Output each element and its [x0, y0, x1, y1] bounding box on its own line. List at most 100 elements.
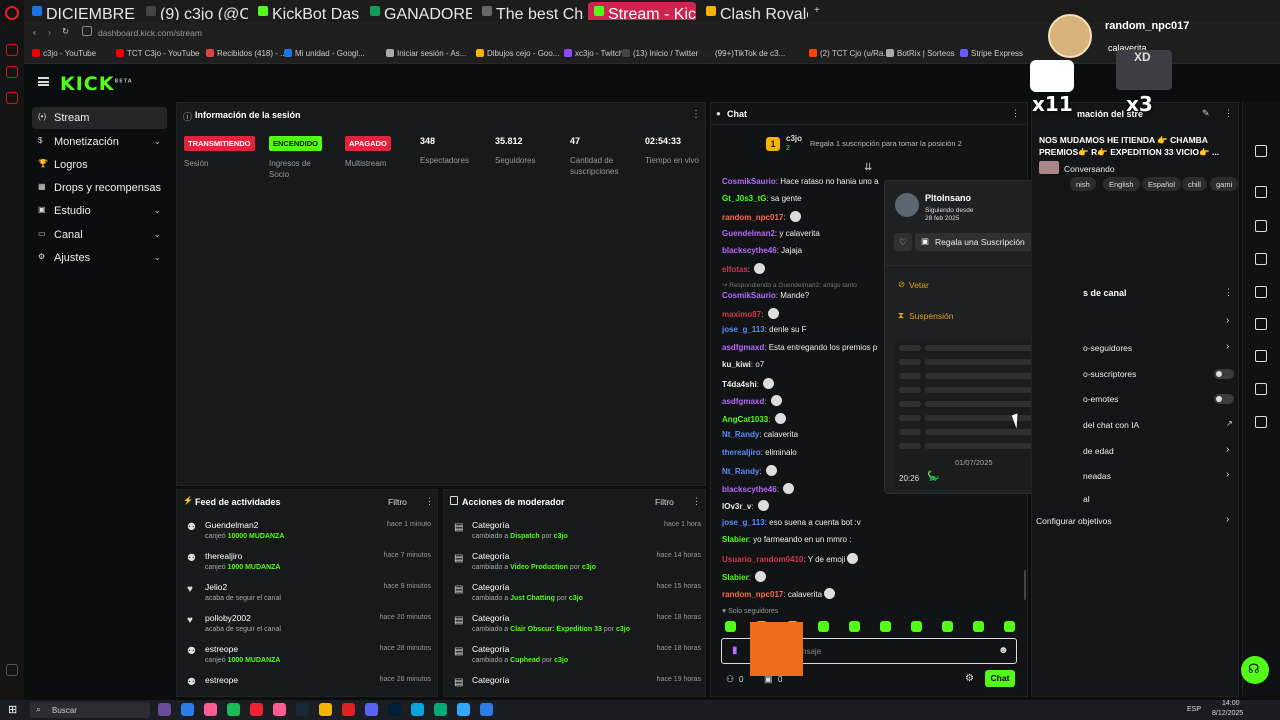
- chat-username[interactable]: jose_g_113: [722, 325, 765, 334]
- toolbar-tool-icon[interactable]: [1255, 145, 1267, 157]
- setting-toggle[interactable]: [1214, 394, 1234, 404]
- chat-message[interactable]: random_npc017:: [722, 211, 801, 222]
- taskbar-app-icon[interactable]: [457, 703, 470, 716]
- chat-username[interactable]: maximo87: [722, 310, 761, 319]
- chat-more-icon[interactable]: ⋮: [1011, 108, 1020, 119]
- taskbar-app-icon[interactable]: [158, 703, 171, 716]
- chat-username[interactable]: blackscythe46: [722, 246, 777, 255]
- chevron-right-icon[interactable]: ›: [1226, 444, 1229, 455]
- chat-send-button[interactable]: Chat: [985, 670, 1015, 687]
- quick-emote-icon[interactable]: [911, 621, 922, 632]
- chat-message[interactable]: AngCat1033:: [722, 413, 786, 424]
- sidebar-settings-icon[interactable]: [6, 664, 18, 676]
- chat-settings-icon[interactable]: ⚙: [965, 673, 974, 684]
- bookmark-item[interactable]: Mi unidad - Googl...: [284, 49, 365, 58]
- language-indicator[interactable]: ESP: [1187, 706, 1201, 713]
- taskbar-app-icon[interactable]: [181, 703, 194, 716]
- stream-tag[interactable]: chill: [1182, 177, 1207, 191]
- nav-item-stream[interactable]: (•) Stream: [32, 107, 167, 129]
- nav-item-drops-y-recompensas[interactable]: ▦ Drops y recompensas: [32, 177, 167, 199]
- modactions-more-icon[interactable]: ⋮: [692, 496, 701, 507]
- toolbar-tool-icon[interactable]: [1255, 286, 1267, 298]
- chat-message[interactable]: Slabier:: [722, 571, 767, 582]
- nav-item-canal[interactable]: ▭ Canal ⌄: [32, 224, 167, 246]
- external-link-icon[interactable]: ↗: [1226, 419, 1233, 428]
- quick-emote-icon[interactable]: [973, 621, 984, 632]
- stream-tag[interactable]: English: [1103, 177, 1140, 191]
- channel-setting-label[interactable]: o-emotes: [1083, 394, 1118, 404]
- back-icon[interactable]: ‹: [33, 27, 36, 37]
- chat-message[interactable]: T4da4shi:: [722, 378, 775, 389]
- nav-item-ajustes[interactable]: ⚙ Ajustes ⌄: [32, 247, 167, 269]
- setting-toggle[interactable]: [1214, 369, 1234, 379]
- chat-message[interactable]: Nt_Randy: calaverita: [722, 430, 798, 439]
- messenger-icon[interactable]: [6, 66, 18, 78]
- expand-pinned-icon[interactable]: ⇊: [864, 162, 872, 173]
- toolbar-tool-icon[interactable]: [1255, 416, 1267, 428]
- nav-item-logros[interactable]: 🏆 Logros: [32, 154, 167, 176]
- stream-info-more-icon[interactable]: ⋮: [1224, 108, 1233, 119]
- taskbar-app-icon[interactable]: [227, 703, 240, 716]
- channel-setting-label[interactable]: de edad: [1083, 446, 1114, 456]
- chat-username[interactable]: Guendelman2: [722, 229, 775, 238]
- chat-message[interactable]: maximo87:: [722, 308, 779, 319]
- modaction-row[interactable]: ▤ Categoría cambiado a Clair Obscur: Exped…: [444, 611, 705, 642]
- chat-message[interactable]: jose_g_113: denle su F: [722, 325, 807, 334]
- mic-icon[interactable]: ▮: [732, 645, 738, 656]
- bookmark-item[interactable]: Stripe Express: [960, 49, 1023, 58]
- toolbar-tool-icon[interactable]: [1255, 186, 1267, 198]
- activity-filter-button[interactable]: Filtro: [388, 497, 407, 507]
- chat-message[interactable]: blackscythe46:: [722, 483, 795, 494]
- chat-message[interactable]: ↪ Respondiendo a Guendelman2: amigo tant…: [722, 281, 857, 289]
- session-more-icon[interactable]: ⋮: [691, 109, 701, 120]
- modaction-row[interactable]: ▤ Categoría cambiado a Video Production po…: [444, 549, 705, 580]
- aria-icon[interactable]: [6, 44, 18, 56]
- modaction-row[interactable]: ▤ Categoría hace 19 horas: [444, 673, 705, 696]
- nav-item-estudio[interactable]: ▣ Estudio ⌄: [32, 200, 167, 222]
- activity-row[interactable]: ⚉ Guendelman2 canjeó 10000 MUDANZA hace 1 m…: [177, 518, 437, 549]
- chat-username[interactable]: CosmikSaurio: [722, 291, 776, 300]
- chat-username[interactable]: random_npc017: [722, 213, 783, 222]
- channel-setting-label[interactable]: o-suscriptores: [1083, 369, 1136, 379]
- browser-tab[interactable]: DICIEMBRE 2025 - Goog: [26, 2, 136, 20]
- activity-more-icon[interactable]: ⋮: [425, 496, 434, 507]
- chat-username[interactable]: Slabier: [722, 573, 749, 582]
- reload-icon[interactable]: ↻: [62, 26, 69, 37]
- chat-message[interactable]: Usuario_random0410: Y de emoji: [722, 553, 859, 564]
- nav-item-monetización[interactable]: $ Monetización ⌄: [32, 131, 167, 153]
- chat-username[interactable]: elfotas: [722, 265, 748, 274]
- browser-tab[interactable]: GANADORES JULIO-OCT: [364, 2, 472, 20]
- toolbar-tool-icon[interactable]: [1255, 318, 1267, 330]
- toolbar-tool-icon[interactable]: [1255, 220, 1267, 232]
- toolbar-tool-icon[interactable]: [1255, 253, 1267, 265]
- quick-emote-icon[interactable]: [942, 621, 953, 632]
- taskbar-search[interactable]: ⌕ Buscar: [30, 702, 150, 718]
- taskbar-app-icon[interactable]: [296, 703, 309, 716]
- pinned-user[interactable]: c3jo: [786, 134, 802, 143]
- forward-icon[interactable]: ›: [48, 27, 51, 37]
- chat-message[interactable]: ku_kiwi: o7: [722, 360, 764, 369]
- chat-username[interactable]: Gt_J0s3_tG: [722, 194, 766, 203]
- chat-username[interactable]: Nt_Randy: [722, 430, 759, 439]
- chat-username[interactable]: random_npc017: [722, 590, 783, 599]
- browser-tab[interactable]: (9) c3jo (@C3joTCT) / X: [140, 2, 248, 20]
- modactions-filter-button[interactable]: Filtro: [655, 497, 674, 507]
- quick-emote-icon[interactable]: [1004, 621, 1015, 632]
- browser-tab[interactable]: The best ChatBot and W: [476, 2, 584, 20]
- channel-settings-more-icon[interactable]: ⋮: [1224, 287, 1233, 298]
- pinned-gift-text[interactable]: Regala 1 suscripción para tomar la posic…: [810, 139, 962, 148]
- windows-start-icon[interactable]: ⊞: [8, 703, 17, 716]
- taskbar-app-icon[interactable]: [319, 703, 332, 716]
- channel-setting-label[interactable]: Configurar objetivos: [1036, 516, 1112, 526]
- bookmark-item[interactable]: (13) Inicio / Twitter: [622, 49, 698, 58]
- chat-message[interactable]: therealjiro: eliminalo: [722, 448, 797, 457]
- toolbar-tool-icon[interactable]: [1255, 350, 1267, 362]
- taskbar-app-icon[interactable]: [365, 703, 378, 716]
- taskbar-app-icon[interactable]: [204, 703, 217, 716]
- chat-message[interactable]: Nt_Randy:: [722, 465, 777, 476]
- chat-message[interactable]: Guendelman2: y calaverita: [722, 229, 820, 238]
- taskbar-app-icon[interactable]: [273, 703, 286, 716]
- taskbar-app-icon[interactable]: [388, 703, 401, 716]
- activity-row[interactable]: ♥ polloby2002 acaba de seguir el canal hace…: [177, 611, 437, 642]
- quick-emote-icon[interactable]: [849, 621, 860, 632]
